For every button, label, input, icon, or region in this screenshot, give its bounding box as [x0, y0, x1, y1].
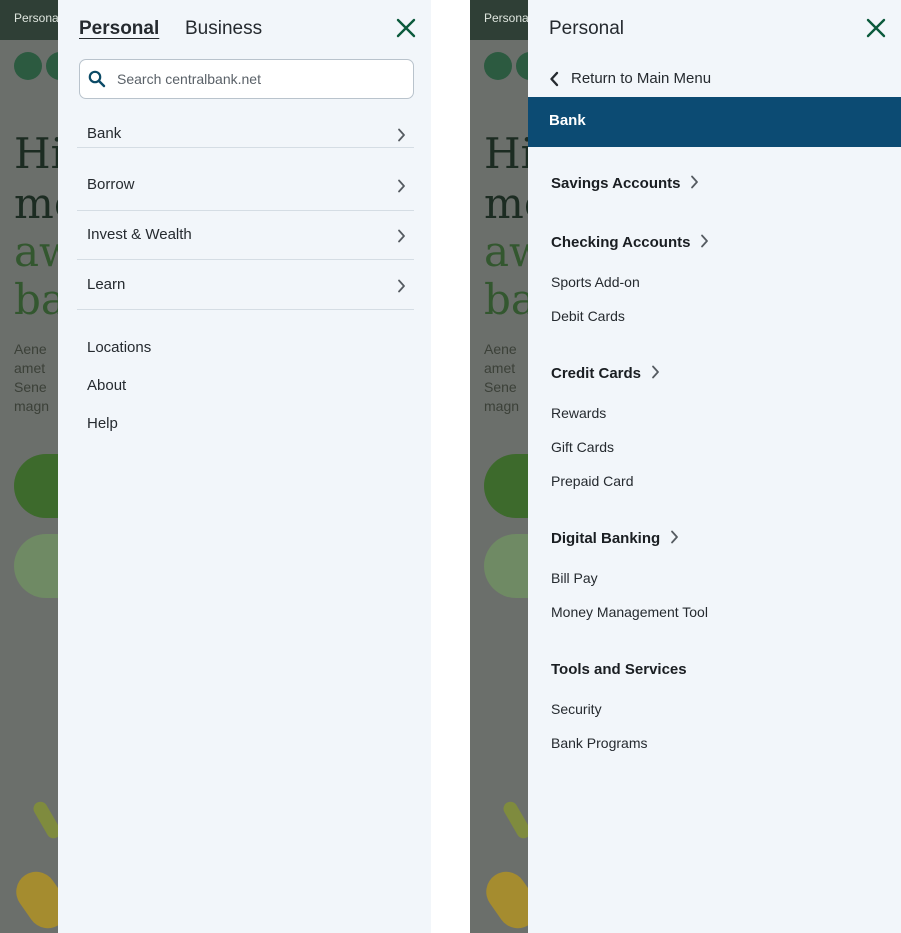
nav-item-learn[interactable]: Learn — [77, 260, 414, 310]
main-menu-panel: Personal Business Bank Borrow Invest & W… — [58, 0, 431, 933]
background-headline-line: ba — [14, 275, 58, 324]
background-headline-line: mo — [14, 179, 58, 228]
close-icon[interactable] — [395, 17, 417, 39]
nav-item-invest-wealth[interactable]: Invest & Wealth — [77, 210, 414, 260]
link-gift-cards[interactable]: Gift Cards — [551, 439, 614, 455]
nav-item-label: Borrow — [87, 176, 135, 193]
chevron-right-icon — [701, 234, 709, 248]
background-headline-line: Hi — [484, 129, 528, 178]
submenu-title: Personal — [549, 18, 624, 39]
background-illustration — [30, 799, 58, 841]
background-paragraph-line: Aene — [484, 341, 517, 357]
current-section-label: Bank — [549, 112, 586, 129]
background-secondary-button — [484, 534, 528, 598]
link-rewards[interactable]: Rewards — [551, 405, 606, 421]
link-sports-add-on[interactable]: Sports Add-on — [551, 274, 640, 290]
search-input[interactable] — [115, 66, 409, 92]
help-link[interactable]: Help — [87, 415, 118, 432]
background-headline-line: aw — [14, 227, 58, 276]
section-checking-accounts[interactable]: Checking Accounts — [551, 234, 709, 251]
background-headline-line: mo — [484, 179, 528, 228]
background-primary-button — [484, 454, 528, 518]
section-label: Tools and Services — [551, 661, 687, 678]
background-illustration — [8, 863, 58, 933]
background-paragraph-line: Sene — [484, 379, 517, 395]
bank-logo-icon — [484, 52, 512, 80]
section-tools-and-services: Tools and Services — [551, 661, 687, 678]
link-security[interactable]: Security — [551, 701, 602, 717]
background-primary-button — [14, 454, 58, 518]
link-bank-programs[interactable]: Bank Programs — [551, 735, 647, 751]
bank-logo-icon — [14, 52, 42, 80]
background-paragraph-line: Aene — [14, 341, 47, 357]
chevron-right-icon — [398, 128, 405, 142]
nav-item-bank[interactable]: Bank — [77, 98, 414, 148]
section-label: Credit Cards — [551, 365, 642, 382]
chevron-right-icon — [671, 530, 679, 544]
nav-item-borrow[interactable]: Borrow — [77, 161, 414, 211]
section-digital-banking[interactable]: Digital Banking — [551, 530, 679, 547]
chevron-right-icon — [691, 175, 699, 189]
background-headline-line: ba — [484, 275, 528, 324]
link-prepaid-card[interactable]: Prepaid Card — [551, 473, 634, 489]
section-savings-accounts[interactable]: Savings Accounts — [551, 175, 699, 192]
link-money-management-tool[interactable]: Money Management Tool — [551, 604, 708, 620]
bank-logo-wordmark — [46, 52, 58, 80]
background-topbar-text: Personal — [484, 11, 528, 25]
chevron-right-icon — [652, 365, 659, 379]
tab-business[interactable]: Business — [185, 18, 262, 40]
section-label: Savings Accounts — [551, 175, 681, 192]
section-label: Checking Accounts — [551, 234, 691, 251]
search-icon[interactable] — [88, 70, 106, 88]
background-paragraph-line: Sene — [14, 379, 47, 395]
background-headline-line: aw — [484, 227, 528, 276]
link-bill-pay[interactable]: Bill Pay — [551, 570, 598, 586]
search-box — [79, 59, 414, 99]
background-paragraph-line: amet — [484, 360, 516, 376]
close-icon[interactable] — [865, 17, 887, 39]
chevron-right-icon — [398, 179, 405, 193]
background-topbar: Personal — [0, 0, 58, 40]
nav-item-label: Learn — [87, 276, 126, 293]
return-to-main-menu-label: Return to Main Menu — [571, 70, 712, 87]
background-topbar-text: Personal — [14, 11, 58, 25]
background-paragraph-line: magn — [484, 398, 520, 414]
background-page-right: Personal Hi mo aw ba Aene amet Sene magn — [470, 0, 528, 933]
background-headline-line: Hi — [14, 129, 58, 178]
bank-logo-wordmark — [516, 52, 528, 80]
background-illustration — [500, 799, 528, 841]
background-paragraph-line: magn — [14, 398, 50, 414]
nav-item-label: Invest & Wealth — [87, 226, 192, 243]
background-paragraph-line: amet — [14, 360, 46, 376]
background-topbar: Personal — [470, 0, 528, 40]
section-label: Digital Banking — [551, 530, 661, 547]
current-section-header: Bank — [528, 97, 901, 147]
chevron-right-icon — [398, 229, 405, 243]
bank-submenu-panel: Personal Return to Main Menu Bank Saving… — [528, 0, 901, 933]
locations-link[interactable]: Locations — [87, 339, 151, 356]
section-credit-cards[interactable]: Credit Cards — [551, 365, 660, 382]
tab-personal[interactable]: Personal — [79, 18, 159, 40]
background-illustration — [478, 863, 528, 933]
about-link[interactable]: About — [87, 377, 126, 394]
chevron-right-icon — [398, 279, 405, 293]
background-secondary-button — [14, 534, 58, 598]
link-debit-cards[interactable]: Debit Cards — [551, 308, 625, 324]
chevron-left-icon — [550, 71, 559, 87]
background-page-left: Personal Hi mo aw ba Aene amet Sene magn — [0, 0, 58, 933]
nav-item-label: Bank — [87, 125, 122, 142]
